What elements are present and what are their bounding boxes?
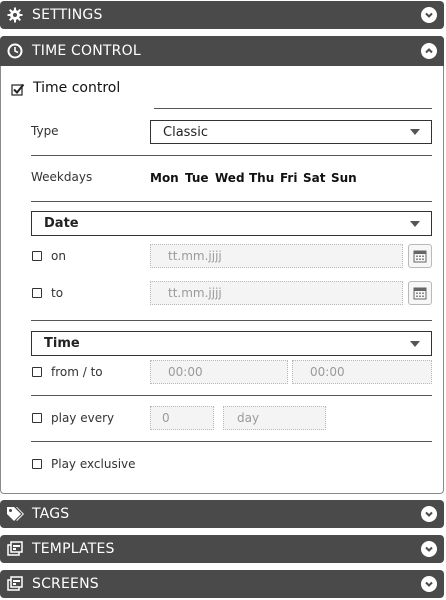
time-from-input[interactable]: 00:00 (150, 360, 288, 384)
time-from-to-checkbox[interactable] (32, 367, 42, 377)
screens-icon (6, 575, 24, 593)
date-on-input[interactable]: tt.mm.jjjj (150, 244, 403, 268)
caret-down-icon (410, 220, 420, 227)
chevron-up-icon[interactable] (421, 43, 437, 59)
date-on-checkbox[interactable] (32, 251, 42, 261)
weekday-fri[interactable]: Fri (280, 171, 297, 185)
section-header-time-control[interactable]: TIME CONTROL (0, 36, 444, 66)
date-to-checkbox[interactable] (32, 288, 42, 298)
section-title-tags: TAGS (32, 506, 70, 522)
section-title-screens: SCREENS (32, 576, 99, 592)
play-every-unit-select[interactable]: day (223, 406, 326, 430)
clock-icon (6, 42, 24, 60)
play-exclusive-checkbox[interactable] (32, 459, 42, 469)
time-to-value: 00:00 (310, 365, 345, 379)
date-to-placeholder: tt.mm.jjjj (168, 286, 222, 300)
weekday-sun[interactable]: Sun (331, 171, 357, 185)
date-to-calendar-button[interactable] (408, 281, 432, 305)
time-from-to-label: from / to (51, 365, 103, 379)
weekday-thu[interactable]: Thu (249, 171, 274, 185)
date-select[interactable]: Date (31, 211, 432, 236)
section-title-templates: TEMPLATES (32, 541, 115, 557)
date-on-placeholder: tt.mm.jjjj (168, 249, 222, 263)
gear-icon (6, 6, 24, 24)
type-select-value: Classic (163, 124, 208, 140)
weekdays-label: Weekdays (31, 170, 93, 184)
time-select[interactable]: Time (31, 331, 432, 356)
time-control-checkbox[interactable] (11, 82, 25, 101)
templates-icon (6, 540, 24, 558)
caret-down-icon (410, 129, 420, 135)
time-control-panel: TIME CONTROL Time control Type Classic W… (0, 36, 444, 494)
section-header-tags[interactable]: TAGS (0, 500, 444, 528)
type-label: Type (31, 124, 59, 138)
weekday-sat[interactable]: Sat (303, 171, 325, 185)
tags-icon (6, 505, 24, 523)
type-select[interactable]: Classic (150, 120, 432, 144)
play-every-label: play every (51, 411, 115, 425)
chevron-down-icon[interactable] (421, 506, 437, 522)
chevron-down-icon[interactable] (421, 541, 437, 557)
date-select-label: Date (44, 216, 79, 231)
section-header-screens[interactable]: SCREENS (0, 570, 444, 598)
play-exclusive-label: Play exclusive (51, 457, 136, 471)
time-control-label: Time control (33, 80, 121, 96)
caret-down-icon (410, 340, 420, 347)
date-on-label: on (51, 249, 66, 263)
section-header-templates[interactable]: TEMPLATES (0, 535, 444, 563)
section-header-settings[interactable]: SETTINGS (0, 1, 444, 29)
weekday-mon[interactable]: Mon (150, 171, 179, 185)
chevron-down-icon[interactable] (421, 7, 437, 23)
weekday-tue[interactable]: Tue (185, 171, 209, 185)
chevron-down-icon[interactable] (421, 576, 437, 592)
calendar-icon (413, 287, 427, 300)
calendar-icon (413, 250, 427, 263)
weekday-wed[interactable]: Wed (215, 171, 245, 185)
play-every-value: 0 (162, 411, 170, 425)
date-to-input[interactable]: tt.mm.jjjj (150, 281, 403, 305)
date-to-label: to (51, 286, 64, 300)
play-every-unit-value: day (237, 411, 260, 425)
section-title-settings: SETTINGS (32, 7, 103, 23)
time-select-label: Time (44, 336, 80, 351)
section-title-time-control: TIME CONTROL (32, 43, 141, 59)
time-from-value: 00:00 (168, 365, 203, 379)
play-every-checkbox[interactable] (32, 413, 42, 423)
date-on-calendar-button[interactable] (408, 244, 432, 268)
play-every-input[interactable]: 0 (150, 406, 214, 430)
time-to-input[interactable]: 00:00 (292, 360, 432, 384)
